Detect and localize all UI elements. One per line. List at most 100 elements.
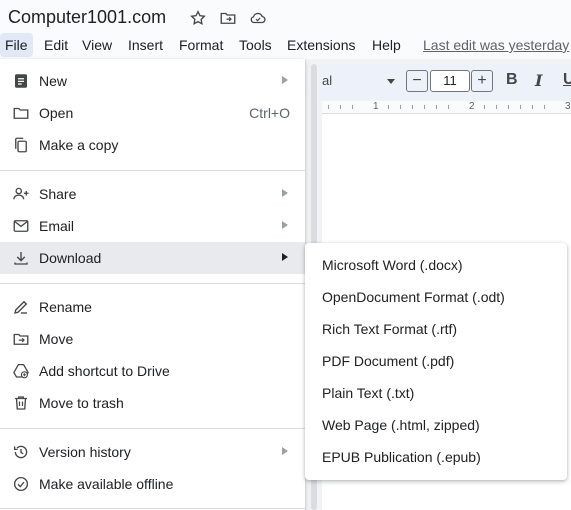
email-icon — [12, 217, 30, 235]
folder-icon — [12, 104, 30, 122]
file-menu-label: Move — [39, 331, 74, 347]
ruler-tick — [496, 105, 497, 109]
file-menu-label: Rename — [39, 299, 92, 315]
download-rtf[interactable]: Rich Text Format (.rtf) — [305, 313, 567, 345]
history-icon — [12, 443, 30, 461]
file-menu-label: Make a copy — [39, 137, 119, 153]
font-family-select[interactable]: al — [322, 73, 332, 88]
underline-button[interactable]: U — [563, 71, 571, 89]
submenu-label: Plain Text (.txt) — [322, 385, 415, 401]
offline-icon — [12, 475, 30, 493]
ruler-tick — [508, 105, 509, 109]
file-menu-share[interactable]: Share — [0, 178, 305, 210]
file-menu-move-to-trash[interactable]: Move to trash — [0, 387, 305, 419]
rename-icon — [12, 298, 30, 316]
menu-divider — [0, 283, 305, 284]
italic-button[interactable]: I — [535, 71, 542, 90]
file-menu-label: Make available offline — [39, 476, 174, 492]
move-to-folder-icon[interactable] — [219, 9, 237, 27]
file-menu-label: Version history — [39, 444, 131, 460]
submenu-label: Web Page (.html, zipped) — [322, 417, 480, 433]
menu-divider — [0, 508, 305, 509]
file-menu-email[interactable]: Email — [0, 210, 305, 242]
menu-view[interactable]: View — [77, 33, 117, 57]
submenu-label: PDF Document (.pdf) — [322, 353, 455, 369]
copy-icon — [12, 136, 30, 154]
file-menu-rename[interactable]: Rename — [0, 291, 305, 323]
download-pdf[interactable]: PDF Document (.pdf) — [305, 345, 567, 377]
ruler-tick — [520, 105, 521, 109]
increase-font-size-button[interactable]: + — [471, 70, 493, 92]
ruler-number: 2 — [469, 101, 475, 112]
file-menu-label: Email — [39, 218, 75, 234]
trash-icon — [12, 394, 30, 412]
download-icon — [12, 249, 30, 267]
submenu-arrow-icon — [282, 447, 288, 455]
file-menu-version-history[interactable]: Version history — [0, 436, 305, 468]
ruler-number: 3 — [565, 101, 571, 112]
ruler-tick — [448, 105, 449, 109]
submenu-label: EPUB Publication (.epub) — [322, 449, 481, 465]
menu-file[interactable]: File — [0, 33, 33, 57]
download-txt[interactable]: Plain Text (.txt) — [305, 377, 567, 409]
submenu-arrow-icon — [282, 253, 288, 261]
file-menu: New Open Ctrl+O Make a copy Share Email — [0, 59, 305, 510]
file-menu-move[interactable]: Move — [0, 323, 305, 355]
ruler-number: 1 — [373, 101, 379, 112]
file-menu-open[interactable]: Open Ctrl+O — [0, 97, 305, 129]
ruler-tick — [532, 105, 533, 109]
file-menu-make-available-offline[interactable]: Make available offline — [0, 468, 305, 500]
file-menu-label: Share — [39, 186, 77, 202]
file-menu-new[interactable]: New — [0, 65, 305, 97]
decrease-font-size-button[interactable]: − — [406, 70, 428, 92]
file-menu-label: Download — [39, 250, 102, 266]
move-icon — [12, 330, 30, 348]
menu-tools[interactable]: Tools — [234, 33, 277, 57]
ruler-tick — [412, 105, 413, 109]
last-edit-link[interactable]: Last edit was yesterday — [423, 33, 569, 57]
menu-bar: File Edit View Insert Format Tools Exten… — [0, 33, 571, 59]
drive-shortcut-icon — [12, 362, 30, 380]
download-odt[interactable]: OpenDocument Format (.odt) — [305, 281, 567, 313]
cloud-saved-icon[interactable] — [249, 9, 267, 27]
new-doc-icon — [12, 72, 30, 90]
download-docx[interactable]: Microsoft Word (.docx) — [305, 249, 567, 281]
submenu-arrow-icon — [282, 189, 288, 197]
file-menu-make-a-copy[interactable]: Make a copy — [0, 129, 305, 161]
title-bar: Computer1001.com — [0, 0, 571, 36]
chevron-down-icon[interactable] — [387, 79, 395, 84]
ruler-tick — [328, 105, 329, 109]
file-menu-label: Move to trash — [39, 395, 124, 411]
person-add-icon — [12, 185, 30, 203]
ruler-tick — [484, 105, 485, 109]
submenu-label: Rich Text Format (.rtf) — [322, 321, 458, 337]
file-menu-download[interactable]: Download — [0, 242, 305, 274]
ruler[interactable]: 1 2 3 — [322, 101, 571, 114]
ruler-tick — [388, 105, 389, 109]
download-html-zipped[interactable]: Web Page (.html, zipped) — [305, 409, 567, 441]
menu-insert[interactable]: Insert — [123, 33, 168, 57]
ruler-tick — [340, 105, 341, 109]
ruler-tick — [424, 105, 425, 109]
font-size-input[interactable]: 11 — [430, 70, 470, 92]
submenu-arrow-icon — [282, 76, 288, 84]
download-epub[interactable]: EPUB Publication (.epub) — [305, 441, 567, 473]
menu-help[interactable]: Help — [367, 33, 406, 57]
menu-format[interactable]: Format — [174, 33, 228, 57]
menu-extensions[interactable]: Extensions — [282, 33, 360, 57]
menu-divider — [0, 428, 305, 429]
file-menu-label: New — [39, 73, 68, 89]
ruler-tick — [400, 105, 401, 109]
submenu-arrow-icon — [282, 221, 288, 229]
bold-button[interactable]: B — [506, 71, 518, 89]
download-submenu: Microsoft Word (.docx) OpenDocument Form… — [305, 243, 567, 480]
menu-edit[interactable]: Edit — [39, 33, 73, 57]
ruler-tick — [352, 105, 353, 109]
document-title[interactable]: Computer1001.com — [8, 7, 166, 28]
star-icon[interactable] — [189, 9, 207, 27]
file-menu-add-shortcut[interactable]: Add shortcut to Drive — [0, 355, 305, 387]
file-menu-label: Add shortcut to Drive — [39, 363, 170, 379]
submenu-label: Microsoft Word (.docx) — [322, 257, 463, 273]
menu-divider — [0, 170, 305, 171]
file-menu-label: Open — [39, 105, 74, 121]
